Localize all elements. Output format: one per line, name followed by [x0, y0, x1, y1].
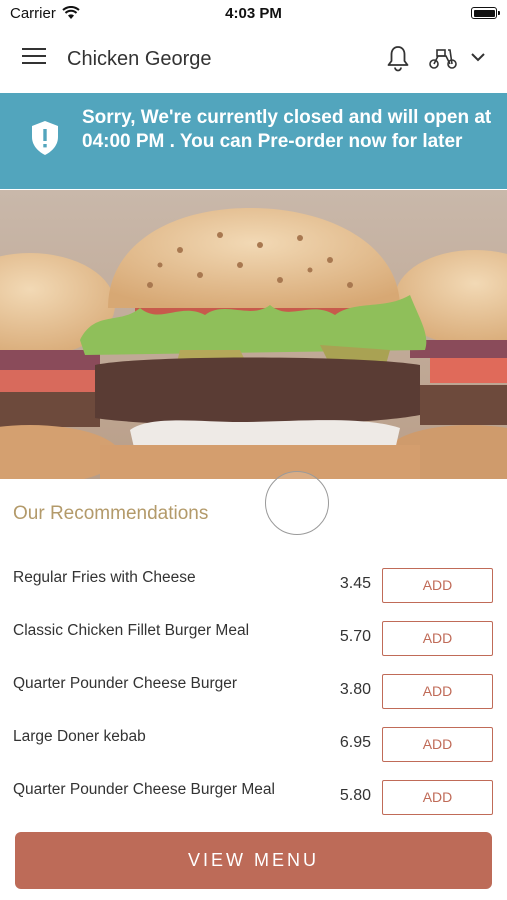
section-title: Our Recommendations	[13, 503, 209, 524]
list-item: Regular Fries with Cheese 3.45 ADD	[0, 560, 507, 613]
clock: 4:03 PM	[225, 5, 282, 22]
item-price: 5.80	[339, 787, 371, 804]
menu-icon[interactable]	[22, 48, 46, 68]
item-name: Quarter Pounder Cheese Burger	[13, 675, 238, 692]
add-button[interactable]: ADD	[382, 727, 493, 762]
shield-alert-icon	[32, 121, 58, 155]
item-name: Quarter Pounder Cheese Burger Meal	[13, 781, 275, 798]
list-item: Quarter Pounder Cheese Burger Meal 5.80 …	[0, 772, 507, 825]
scooter-icon[interactable]	[428, 46, 458, 70]
list-item: Large Doner kebab 6.95 ADD	[0, 719, 507, 772]
add-button[interactable]: ADD	[382, 780, 493, 815]
chevron-down-icon[interactable]	[470, 50, 486, 64]
item-price: 3.80	[339, 681, 371, 698]
item-name: Large Doner kebab	[13, 728, 146, 745]
item-price: 5.70	[339, 628, 371, 645]
list-item: Classic Chicken Fillet Burger Meal 5.70 …	[0, 613, 507, 666]
add-button[interactable]: ADD	[382, 568, 493, 603]
add-button[interactable]: ADD	[382, 674, 493, 709]
item-price: 3.45	[339, 575, 371, 592]
bell-icon[interactable]	[384, 44, 412, 72]
status-bar: Carrier 4:03 PM	[0, 0, 507, 28]
restaurant-title: Chicken George	[67, 48, 212, 70]
item-price: 6.95	[339, 734, 371, 751]
loading-spinner	[265, 471, 329, 535]
item-name: Regular Fries with Cheese	[13, 569, 196, 586]
battery-icon	[471, 7, 500, 19]
list-item: Quarter Pounder Cheese Burger 3.80 ADD	[0, 666, 507, 719]
view-menu-button[interactable]: VIEW MENU	[15, 832, 492, 889]
app-header: Chicken George	[0, 28, 507, 92]
burger-hero-image	[0, 190, 507, 479]
closed-message: Sorry, We're currently closed and will o…	[82, 107, 492, 152]
closed-banner: Sorry, We're currently closed and will o…	[0, 93, 507, 189]
add-button[interactable]: ADD	[382, 621, 493, 656]
item-name: Classic Chicken Fillet Burger Meal	[13, 622, 250, 639]
